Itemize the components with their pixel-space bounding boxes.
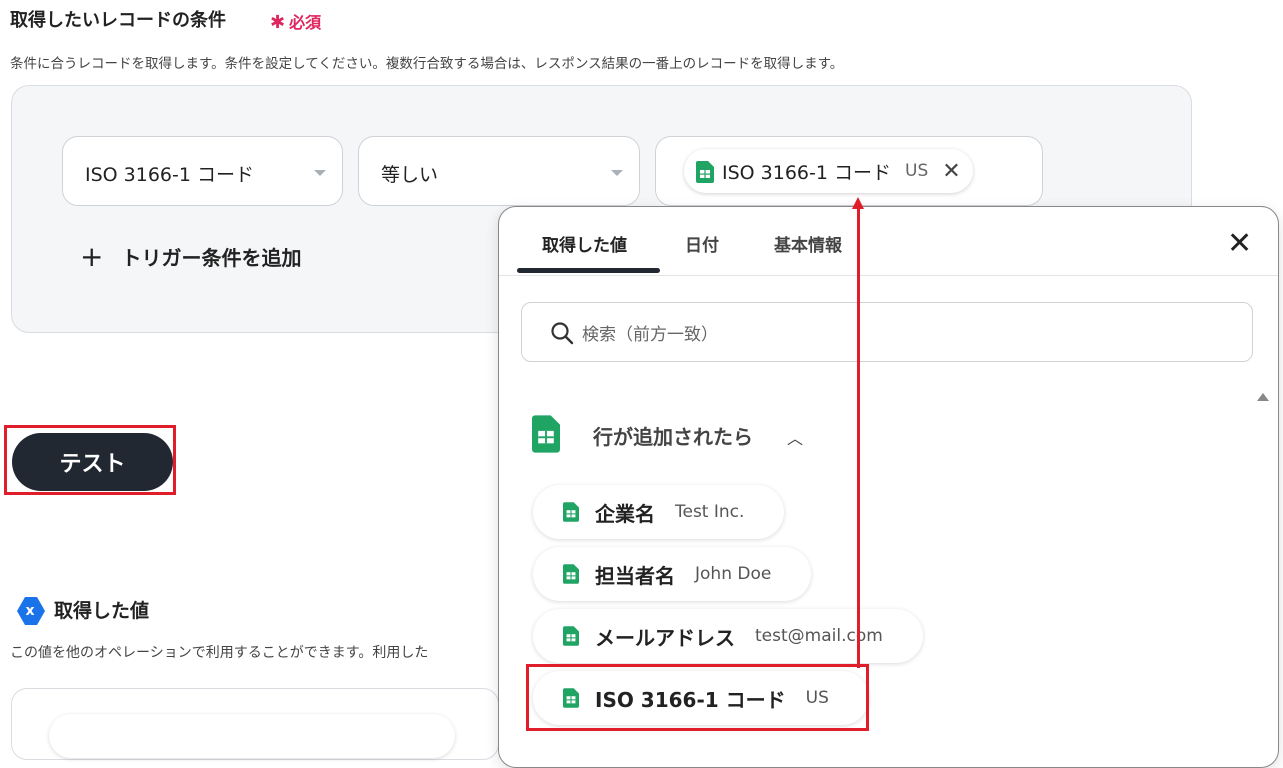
search-input[interactable]: 検索（前方一致） bbox=[521, 302, 1253, 362]
active-tab-indicator bbox=[517, 268, 660, 273]
value-chip-label: ISO 3166-1 コード bbox=[722, 161, 891, 184]
scroll-up-arrow[interactable] bbox=[1257, 393, 1269, 401]
list-item[interactable]: メールアドレス test@mail.com bbox=[533, 609, 923, 663]
required-badge: ✱ 必須 bbox=[270, 9, 321, 33]
item-value: Test Inc. bbox=[675, 502, 745, 522]
search-icon bbox=[550, 321, 574, 349]
field-select[interactable]: ISO 3166-1 コード bbox=[62, 136, 343, 206]
sheets-icon bbox=[563, 502, 579, 526]
item-label: 企業名 bbox=[595, 501, 655, 526]
value-input[interactable]: ISO 3166-1 コード US ✕ bbox=[655, 136, 1043, 206]
divider bbox=[499, 275, 1278, 276]
tab-acquired-values[interactable]: 取得した値 bbox=[542, 231, 627, 256]
field-select-value: ISO 3166-1 コード bbox=[85, 164, 254, 186]
sheets-icon bbox=[696, 161, 714, 187]
item-label: 担当者名 bbox=[595, 563, 675, 588]
add-condition-label: トリガー条件を追加 bbox=[121, 246, 302, 270]
sheets-icon bbox=[563, 564, 579, 588]
svg-text:x: x bbox=[25, 603, 34, 619]
info-icon: x bbox=[14, 595, 46, 629]
operator-select[interactable]: 等しい bbox=[358, 136, 640, 206]
value-chip-placeholder bbox=[49, 714, 455, 758]
close-icon[interactable]: ✕ bbox=[1227, 229, 1252, 259]
list-item[interactable]: 企業名 Test Inc. bbox=[533, 485, 785, 539]
item-value: John Doe bbox=[695, 564, 772, 584]
tab-basic-info[interactable]: 基本情報 bbox=[774, 231, 842, 256]
group-title[interactable]: 行が追加されたら bbox=[593, 421, 753, 450]
tab-date[interactable]: 日付 bbox=[685, 231, 719, 256]
sheets-icon bbox=[532, 415, 560, 457]
sheets-icon bbox=[563, 626, 579, 650]
annotation-arrow bbox=[857, 208, 860, 668]
value-chip-value: US bbox=[905, 161, 929, 181]
section-title: 取得したいレコードの条件 bbox=[10, 10, 226, 31]
highlight-box bbox=[526, 664, 869, 731]
chevron-down-icon bbox=[611, 170, 623, 176]
item-label: メールアドレス bbox=[595, 625, 735, 650]
search-placeholder: 検索（前方一致） bbox=[582, 325, 718, 345]
operator-select-value: 等しい bbox=[381, 164, 439, 186]
values-title: 取得した値 bbox=[54, 600, 150, 622]
chevron-up-icon[interactable]: ︿ bbox=[787, 425, 803, 449]
add-condition-button[interactable]: + トリガー条件を追加 bbox=[80, 242, 301, 271]
highlight-box bbox=[4, 425, 176, 495]
section-description: 条件に合うレコードを取得します。条件を設定してください。複数行合致する場合は、レ… bbox=[10, 56, 844, 72]
annotation-arrowhead bbox=[852, 197, 864, 209]
close-icon[interactable]: ✕ bbox=[942, 159, 960, 184]
asterisk-icon: ✱ bbox=[270, 12, 286, 33]
value-chip[interactable]: ISO 3166-1 コード US ✕ bbox=[684, 149, 973, 193]
values-description: この値を他のオペレーションで利用することができます。利用した bbox=[10, 645, 429, 661]
list-item[interactable]: 担当者名 John Doe bbox=[533, 547, 812, 601]
plus-icon: + bbox=[80, 239, 104, 273]
required-label: 必須 bbox=[289, 13, 322, 32]
chevron-down-icon bbox=[314, 170, 326, 176]
item-value: test@mail.com bbox=[755, 626, 883, 646]
